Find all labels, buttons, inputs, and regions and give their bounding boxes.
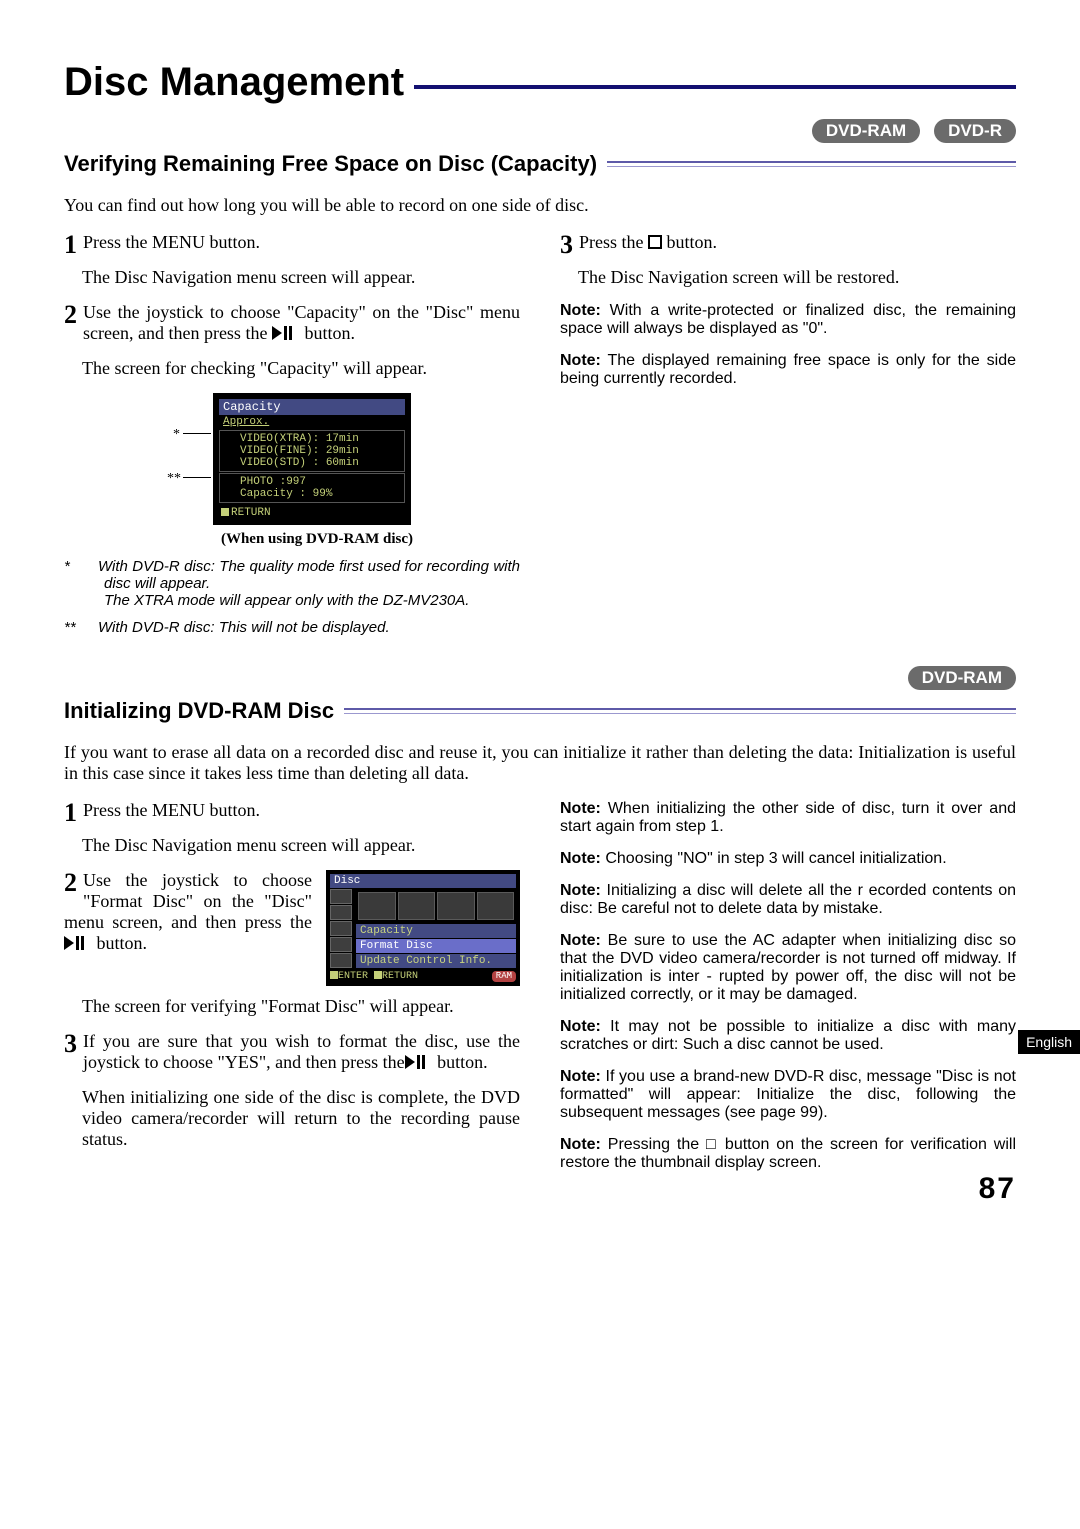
fn1-text: With DVD-R disc: The quality mode first … bbox=[98, 558, 520, 609]
disc-ram-chip: RAM bbox=[492, 971, 516, 982]
section1-left-col: 1 Press the MENU button. The Disc Naviga… bbox=[64, 232, 520, 636]
section2-intro: If you want to erase all data on a recor… bbox=[64, 742, 1016, 784]
s2-note6: If you use a brand-new DVD-R disc, messa… bbox=[560, 1068, 1016, 1121]
disc-side-icon bbox=[330, 921, 352, 936]
note-label: Note: bbox=[560, 1136, 601, 1153]
note-label: Note: bbox=[560, 800, 601, 817]
s2-note4: Be sure to use the AC adapter when initi… bbox=[560, 932, 1016, 1003]
step1-text: Press the MENU button. bbox=[83, 232, 260, 252]
step2-result: The screen for checking "Capacity" will … bbox=[82, 358, 520, 379]
s2-note5: It may not be possible to initialize a d… bbox=[560, 1018, 1016, 1053]
disc-title: Disc bbox=[330, 874, 516, 888]
disc-thumb bbox=[437, 892, 475, 920]
section1-right-col: 3 Press the button. The Disc Navigation … bbox=[560, 232, 1016, 636]
step1-result: The Disc Navigation menu screen will app… bbox=[82, 267, 520, 288]
note-label: Note: bbox=[560, 1018, 601, 1035]
cap-row: Capacity : 99% bbox=[220, 488, 404, 500]
disc-side-icon bbox=[330, 937, 352, 952]
s2-step2-text-pre: Use the joystick to choose "Format Disc"… bbox=[64, 870, 312, 932]
s2-step1-text: Press the MENU button. bbox=[83, 800, 260, 820]
disc-menu-item: Update Control Info. bbox=[356, 954, 516, 968]
section1-heading: Verifying Remaining Free Space on Disc (… bbox=[64, 151, 607, 177]
s2-step-number-2: 2 bbox=[64, 870, 77, 896]
s2-step3-text-post: button. bbox=[433, 1052, 488, 1072]
heading-rule bbox=[344, 708, 1016, 714]
s2-note1: When initializing the other side of disc… bbox=[560, 800, 1016, 835]
s2-step-number-3: 3 bbox=[64, 1031, 77, 1057]
note-label: Note: bbox=[560, 850, 601, 867]
asterisk-1: * bbox=[173, 427, 180, 443]
disc-menu-item: Capacity bbox=[356, 924, 516, 938]
s2-note3: Initializing a disc will delete all the … bbox=[560, 882, 1016, 917]
note-label: Note: bbox=[560, 352, 601, 369]
cap-row: VIDEO(STD) : 60min bbox=[220, 457, 404, 469]
disc-enter: ENTER bbox=[338, 971, 368, 982]
note-label: Note: bbox=[560, 882, 601, 899]
heading-rule bbox=[607, 161, 1016, 167]
s2-step2-result: The screen for verifying "Format Disc" w… bbox=[82, 996, 520, 1017]
badge-dvd-ram-2: DVD-RAM bbox=[908, 666, 1016, 690]
step3-text-post: button. bbox=[662, 232, 717, 252]
disc-screenshot: Disc bbox=[326, 870, 520, 986]
step3-result: The Disc Navigation screen will be resto… bbox=[578, 267, 1016, 288]
capacity-screenshot: * ** Capacity Approx. VIDEO(XTRA): 17min… bbox=[64, 393, 520, 525]
play-pause-icon bbox=[272, 323, 300, 343]
fn1-mark: * bbox=[64, 558, 98, 575]
step2-text-post: button. bbox=[300, 323, 355, 343]
disc-side-icon bbox=[330, 889, 352, 904]
language-tab: English bbox=[1018, 1030, 1080, 1054]
disc-menu-item-selected: Format Disc bbox=[356, 939, 516, 953]
s2-step-number-1: 1 bbox=[64, 800, 77, 826]
section1-intro: You can find out how long you will be ab… bbox=[64, 195, 1016, 216]
section2-left-col: 1 Press the MENU button. The Disc Naviga… bbox=[64, 800, 520, 1186]
cap-row: VIDEO(XTRA): 17min bbox=[220, 433, 404, 445]
s2-note7: Pressing the □ button on the screen for … bbox=[560, 1136, 1016, 1171]
fn2-mark: ** bbox=[64, 619, 98, 636]
note2-text: The displayed remaining free space is on… bbox=[560, 352, 1016, 387]
step-number-3: 3 bbox=[560, 232, 573, 258]
note-label: Note: bbox=[560, 302, 601, 319]
s2-note2: Choosing "NO" in step 3 will cancel init… bbox=[605, 850, 946, 867]
badges-row: DVD-RAM DVD-R bbox=[64, 119, 1016, 143]
disc-side-icon bbox=[330, 905, 352, 920]
note1-text: With a write-protected or finalized disc… bbox=[560, 302, 1016, 337]
s2-step1-result: The Disc Navigation menu screen will app… bbox=[82, 835, 520, 856]
step-number-1: 1 bbox=[64, 232, 77, 258]
section2-heading: Initializing DVD-RAM Disc bbox=[64, 698, 344, 724]
disc-thumb bbox=[358, 892, 396, 920]
cap-return: RETURN bbox=[231, 507, 271, 519]
badge-dvd-r: DVD-R bbox=[934, 119, 1016, 143]
step3-text-pre: Press the bbox=[579, 232, 648, 252]
play-pause-icon bbox=[64, 933, 92, 953]
note-label: Note: bbox=[560, 932, 601, 949]
capacity-caption: (When using DVD-RAM disc) bbox=[114, 531, 520, 548]
disc-thumb bbox=[398, 892, 436, 920]
step-number-2: 2 bbox=[64, 302, 77, 328]
disc-return: RETURN bbox=[382, 971, 418, 982]
cap-sub: Approx. bbox=[219, 415, 405, 429]
cap-row: PHOTO :997 bbox=[220, 476, 404, 488]
badge-dvd-ram: DVD-RAM bbox=[812, 119, 920, 143]
cap-title: Capacity bbox=[219, 399, 405, 415]
stop-icon bbox=[648, 232, 662, 252]
disc-thumb bbox=[477, 892, 515, 920]
note-label: Note: bbox=[560, 1068, 601, 1085]
fn2-text: With DVD-R disc: This will not be displa… bbox=[98, 619, 390, 636]
disc-side-icon bbox=[330, 953, 352, 968]
page-title: Disc Management bbox=[64, 60, 414, 105]
cap-row: VIDEO(FINE): 29min bbox=[220, 445, 404, 457]
section2-right-col: Note: When initializing the other side o… bbox=[560, 800, 1016, 1186]
page-number: 87 bbox=[979, 1172, 1016, 1206]
s2-step3-result: When initializing one side of the disc i… bbox=[82, 1087, 520, 1150]
play-pause-icon bbox=[405, 1052, 433, 1072]
s2-step2-text-post: button. bbox=[92, 933, 147, 953]
asterisk-2: ** bbox=[167, 471, 181, 487]
